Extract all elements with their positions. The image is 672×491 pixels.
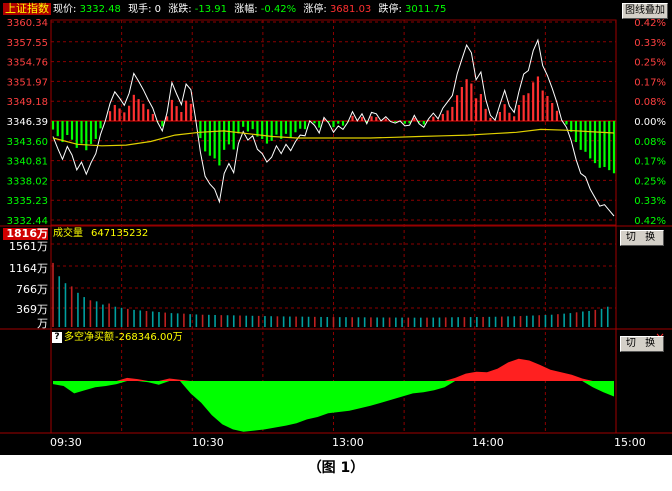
price-tick-label: 3354.76 <box>7 58 48 69</box>
pct-tick-label: 0.08% <box>634 137 666 148</box>
volume-tick-369: 369万 <box>16 303 48 316</box>
pct-tick-label: 0.08% <box>634 97 666 108</box>
limit-down-label: 跌停: <box>378 4 402 15</box>
time-tick-1300: 13:00 <box>332 436 364 449</box>
price-value: 3332.48 <box>79 4 121 15</box>
limit-up-label: 涨停: <box>303 4 327 15</box>
time-tick-1400: 14:00 <box>472 436 504 449</box>
indicator-value: -268346.00万 <box>115 332 183 343</box>
volume-tick-766: 766万 <box>16 283 48 296</box>
help-icon[interactable]: ? <box>52 332 62 343</box>
price-tick-label: 3357.55 <box>7 38 48 49</box>
volume-value: 647135232 <box>91 228 149 239</box>
index-name-label: 上证指数 <box>3 2 51 15</box>
limit-up-value: 3681.03 <box>329 4 372 15</box>
price-tick-label: 3338.02 <box>7 176 48 187</box>
change-pct-label: 涨幅: <box>234 4 258 15</box>
price-tick-label: 3346.39 <box>7 117 48 128</box>
pct-tick-label: 0.42% <box>634 216 666 227</box>
pct-tick-label: 0.17% <box>634 77 666 88</box>
hand-label: 现手: <box>128 4 152 15</box>
pct-tick-label: 0.33% <box>634 38 666 49</box>
figure-caption: （图 1） <box>307 460 365 476</box>
time-tick-1500: 15:00 <box>614 436 646 449</box>
price-label: 现价: <box>53 4 77 15</box>
volume-max-label: 1816万 <box>3 228 48 240</box>
hand-value: 0 <box>154 4 162 15</box>
volume-tick-1164: 1164万 <box>9 262 48 275</box>
volume-title: 成交量 <box>53 228 83 239</box>
price-tick-label: 3360.34 <box>7 18 48 29</box>
volume-tick-unit: 万 <box>37 317 48 330</box>
overlay-button[interactable]: 图线叠加 <box>622 3 668 19</box>
limit-down-value: 3011.75 <box>405 4 447 15</box>
grid-layer: 3360.34 0.42% 3357.55 0.33% 3354.76 0.25% 3351… <box>0 18 672 434</box>
pct-tick-label: 0.42% <box>634 18 666 29</box>
pct-tick-label: 0.25% <box>634 58 666 69</box>
change-label: 涨跌: <box>168 4 192 15</box>
time-tick-1030: 10:30 <box>192 436 224 449</box>
indicator-switch-button[interactable]: 切 换 <box>620 336 664 352</box>
pct-tick-label: 0.25% <box>634 176 666 187</box>
volume-switch-button[interactable]: 切 换 <box>620 230 664 246</box>
price-tick-label: 3335.23 <box>7 196 48 207</box>
quote-header: 现价: 3332.48 现手: 0 涨跌: -13.91 涨幅: -0.42% … <box>53 4 446 16</box>
price-tick-label: 3332.44 <box>7 216 48 227</box>
pct-tick-label: 0.33% <box>634 196 666 207</box>
price-tick-label: 3351.97 <box>7 77 48 88</box>
volume-tick-1561: 1561万 <box>9 240 48 253</box>
change-value: -13.91 <box>194 4 228 15</box>
price-tick-label: 3343.60 <box>7 137 48 148</box>
time-tick-0930: 09:30 <box>50 436 82 449</box>
price-tick-label: 3340.81 <box>7 157 48 168</box>
pct-tick-label: 0.17% <box>634 157 666 168</box>
price-tick-label: 3349.18 <box>7 97 48 108</box>
change-pct-value: -0.42% <box>260 4 297 15</box>
volume-layer <box>52 262 609 327</box>
indicator-title: 多空净买额 <box>64 332 114 343</box>
chart-frame: 3360.34 0.42% 3357.55 0.33% 3354.76 0.25% 3351… <box>0 0 672 455</box>
pct-tick-label: 0.00% <box>634 117 666 128</box>
